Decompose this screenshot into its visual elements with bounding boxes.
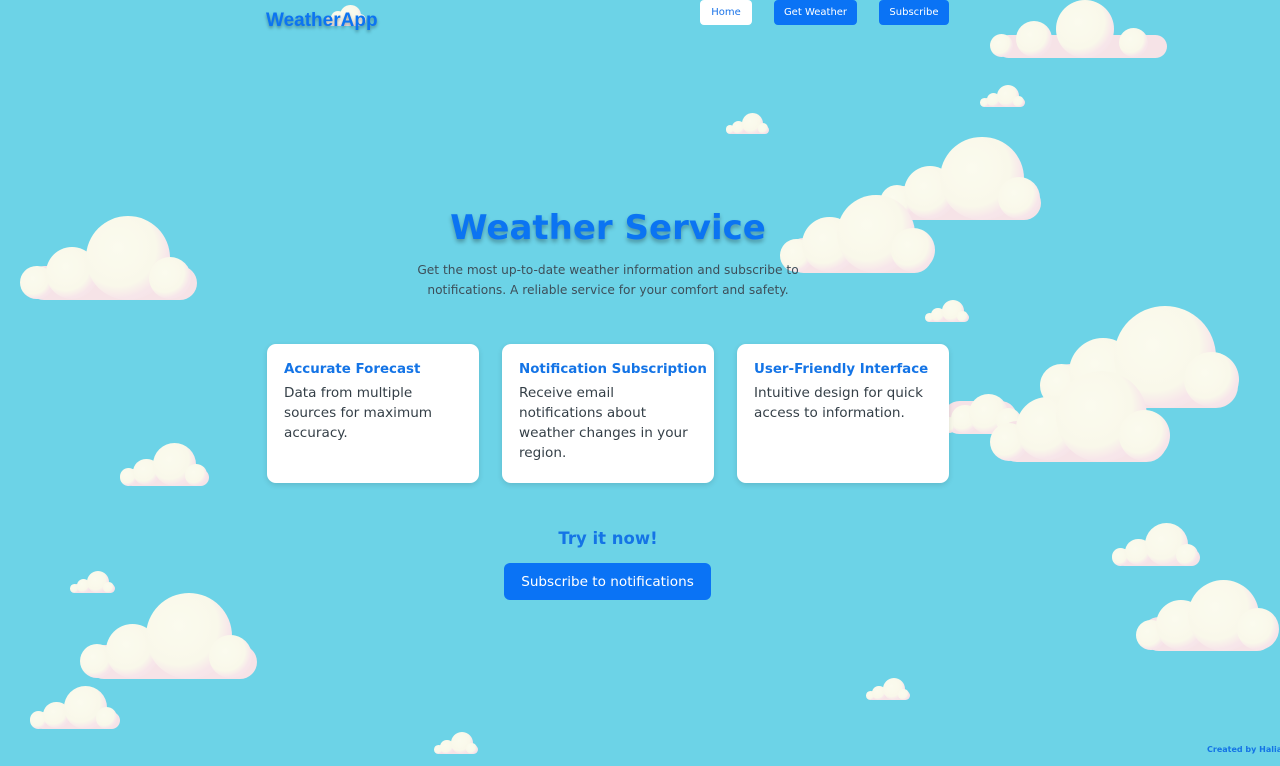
feature-card-accurate-forecast: Accurate Forecast Data from multiple sou…: [267, 344, 479, 483]
cloud-icon: [70, 571, 117, 593]
feature-card-title: Accurate Forecast: [284, 362, 421, 377]
feature-card-text: Receive email notifications about weathe…: [519, 385, 688, 461]
nav-get-weather-button[interactable]: Get Weather: [774, 0, 857, 25]
cloud-icon: [80, 593, 264, 679]
cta-title: Try it now!: [558, 529, 658, 548]
cloud-icon: [925, 300, 971, 322]
subscribe-notifications-button[interactable]: Subscribe to notifications: [504, 563, 711, 600]
top-header: WeatherApp Home Get Weather Subscribe: [0, 0, 1280, 44]
feature-card-title: User-Friendly Interface: [754, 362, 929, 377]
hero-title: Weather Service: [450, 208, 766, 248]
cloud-icon: [726, 113, 771, 134]
nav-subscribe-button[interactable]: Subscribe: [879, 0, 949, 25]
cloud-icon: [990, 360, 1174, 462]
cloud-icon: [1136, 567, 1280, 651]
app-logo[interactable]: WeatherApp: [266, 10, 378, 32]
cloud-icon: [1112, 523, 1204, 566]
feature-card-notification-subscription: Notification Subscription Receive email …: [502, 344, 714, 483]
cloud-icon: [866, 678, 912, 700]
feature-card-text: Intuitive design for quick access to inf…: [754, 385, 923, 421]
cloud-icon: [30, 686, 124, 729]
hero-subtitle: Get the most up-to-date weather informat…: [417, 263, 799, 297]
cloud-icon: [120, 443, 213, 486]
footer-credit: Created by Haliam: [1207, 745, 1280, 754]
cloud-icon: [20, 216, 204, 300]
feature-card-user-friendly-interface: User-Friendly Interface Intuitive design…: [737, 344, 949, 483]
cloud-icon: [434, 732, 480, 754]
feature-card-text: Data from multiple sources for maximum a…: [284, 385, 433, 441]
cloud-icon: [980, 85, 1027, 107]
feature-card-title: Notification Subscription: [519, 362, 707, 377]
nav-home-button[interactable]: Home: [700, 0, 752, 25]
